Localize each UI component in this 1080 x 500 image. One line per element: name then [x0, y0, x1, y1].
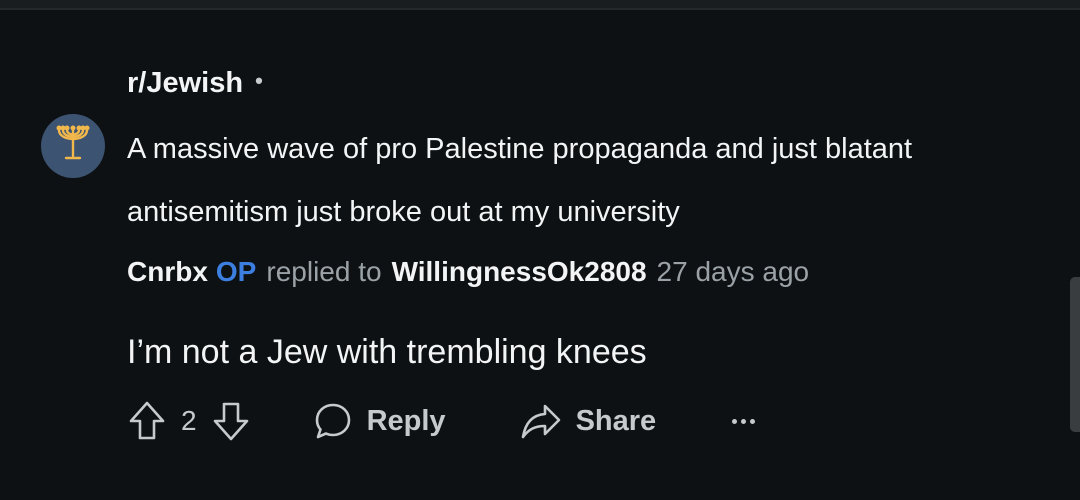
share-icon: [521, 404, 560, 439]
subreddit-avatar[interactable]: [41, 114, 105, 178]
share-label: Share: [575, 404, 657, 437]
subreddit-header: r/Jewish •: [127, 64, 263, 102]
comment-meta: Cnrbx OP replied to WillingnessOk2808 27…: [127, 252, 809, 292]
comment-actions: 2 Reply Share: [127, 398, 756, 444]
replied-to-text: replied to: [266, 256, 382, 287]
post-title[interactable]: A massive wave of pro Palestine propagan…: [127, 118, 1047, 244]
upvote-icon: [129, 401, 165, 440]
separator-dot: •: [255, 68, 263, 93]
more-options-icon[interactable]: [732, 418, 756, 424]
menorah-icon: [53, 124, 93, 169]
scrollbar[interactable]: [1070, 277, 1080, 432]
reply-button[interactable]: Reply: [313, 401, 446, 441]
downvote-button[interactable]: [211, 400, 251, 442]
comment-age: 27 days ago: [656, 256, 810, 287]
share-button[interactable]: Share: [520, 401, 657, 441]
downvote-icon: [213, 402, 248, 441]
subreddit-name[interactable]: r/Jewish: [127, 67, 243, 100]
vote-count: 2: [181, 405, 197, 436]
op-badge: OP: [215, 256, 257, 287]
comment-body: I’m not a Jew with trembling knees: [127, 333, 647, 371]
top-border: [0, 0, 1080, 10]
upvote-button[interactable]: [127, 400, 167, 442]
reply-target-user[interactable]: WillingnessOk2808: [392, 256, 647, 288]
comment-author[interactable]: Cnrbx: [127, 256, 208, 288]
reply-label: Reply: [366, 404, 446, 437]
comment-bubble-icon: [315, 403, 350, 439]
